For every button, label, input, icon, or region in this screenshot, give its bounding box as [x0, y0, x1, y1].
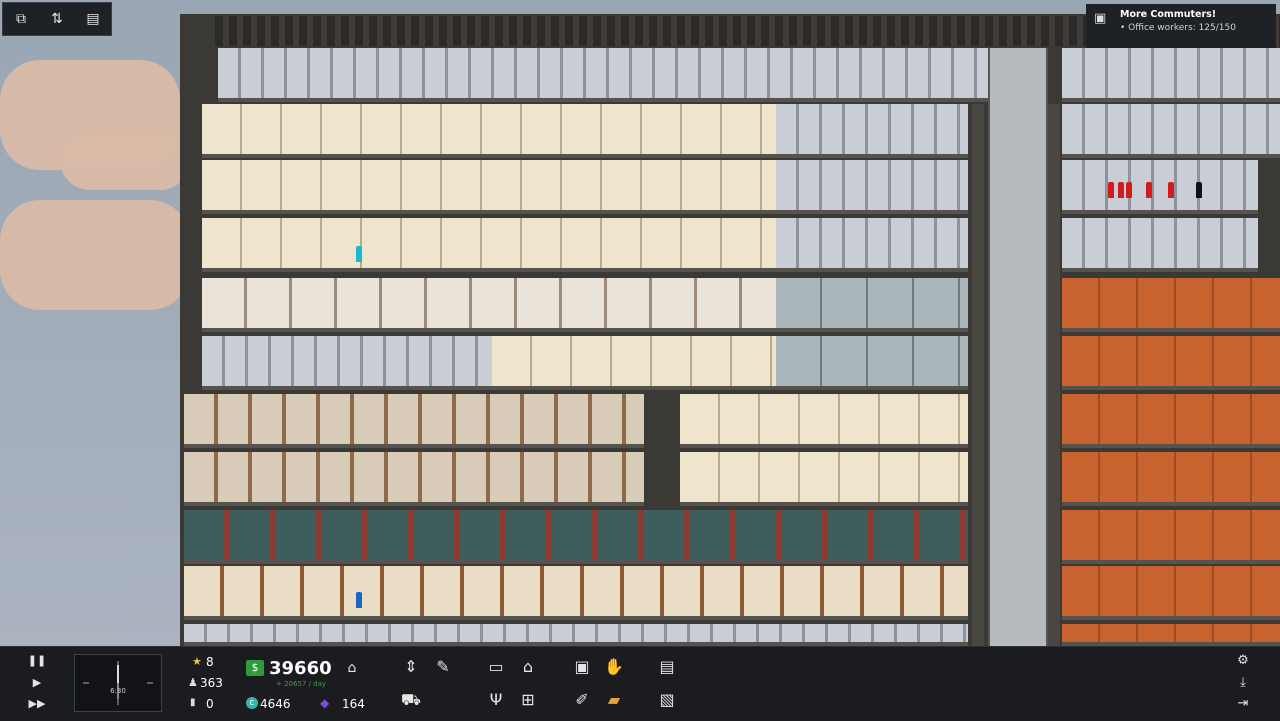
restaurant-floor[interactable] [184, 510, 968, 564]
layers-icon[interactable]: ⧉ [10, 8, 32, 30]
office-floor[interactable] [1062, 394, 1280, 448]
top-left-toolbar: ⧉ ⇅ ▤ [2, 2, 112, 36]
person[interactable] [1108, 182, 1114, 198]
picture-icon[interactable]: ▧ [656, 689, 678, 711]
house-icon[interactable]: ⌂ [517, 656, 539, 678]
stairwell [972, 104, 984, 646]
bank-icon[interactable]: ⌂ [341, 657, 363, 679]
office-floor[interactable] [680, 394, 968, 448]
trash-icon: ▮ [190, 697, 196, 708]
office-floor[interactable] [202, 278, 776, 332]
list-icon[interactable]: ▤ [82, 8, 104, 30]
office-floor[interactable] [492, 336, 776, 390]
office-desk-icon[interactable]: ▭ [485, 656, 507, 678]
bulldozer-icon[interactable]: ⛟ [400, 689, 422, 711]
paint-brush-icon[interactable]: ✐ [571, 689, 593, 711]
empty-floor[interactable] [776, 218, 968, 272]
empty-floor[interactable] [218, 48, 988, 102]
money-amount: 39660 [269, 658, 332, 679]
gear-icon[interactable]: ⚙ [1232, 650, 1254, 672]
office-floor[interactable] [680, 452, 968, 506]
money-icon: $ [246, 660, 264, 676]
play-icon[interactable]: ▶ [26, 672, 48, 694]
clock-face [83, 661, 153, 705]
notification-detail: • Office workers: 125/150 [1120, 23, 1236, 33]
briefcase-icon: ▣ [1094, 11, 1107, 26]
office-floor[interactable] [1062, 336, 1280, 390]
clock-time: 6:30 [110, 687, 126, 695]
influence-icon: ◆ [320, 696, 330, 710]
office-floor[interactable] [202, 218, 776, 272]
shop-floor[interactable] [184, 566, 968, 620]
lobby-floor[interactable] [776, 278, 968, 332]
token-count: 4646 [260, 697, 291, 711]
person[interactable] [356, 592, 362, 608]
folder-icon[interactable]: ▰ [603, 689, 625, 711]
money-rate: + 20657 / day [276, 680, 327, 688]
cloud [60, 130, 190, 190]
cart-icon[interactable]: ⊞ [517, 689, 539, 711]
person[interactable] [1168, 182, 1174, 198]
shop-floor[interactable] [184, 452, 644, 506]
zero-count: 0 [206, 697, 214, 711]
person[interactable] [356, 246, 362, 262]
pause-icon[interactable]: ❚❚ [26, 650, 48, 672]
office-floor[interactable] [1062, 566, 1280, 620]
cloud [0, 200, 190, 310]
empty-floor[interactable] [1062, 218, 1258, 272]
office-floor[interactable] [1062, 510, 1280, 564]
influence-count: 164 [342, 697, 365, 711]
population-count: 363 [200, 676, 223, 690]
shop-floor[interactable] [184, 394, 644, 448]
empty-floor[interactable] [776, 160, 968, 214]
box-icon[interactable]: ▣ [571, 656, 593, 678]
person-icon: ♟ [188, 676, 198, 689]
fast-forward-icon[interactable]: ▶▶ [26, 693, 48, 715]
notification-title: More Commuters! [1120, 9, 1217, 20]
empty-floor[interactable] [776, 104, 968, 158]
person[interactable] [1146, 182, 1152, 198]
office-floor[interactable] [202, 160, 776, 214]
empty-floor[interactable] [1062, 104, 1280, 158]
office-floor[interactable] [1062, 624, 1280, 646]
person[interactable] [1126, 182, 1132, 198]
document-icon[interactable]: ▤ [656, 656, 678, 678]
stairwell [1048, 104, 1060, 646]
exit-icon[interactable]: ⇥ [1232, 693, 1254, 715]
handshake-icon[interactable]: ✋ [603, 656, 625, 678]
lobby-floor[interactable] [776, 336, 968, 390]
tools-icon[interactable]: ✎ [432, 656, 454, 678]
empty-floor[interactable] [1062, 160, 1258, 214]
elevator-icon[interactable]: ⇕ [400, 656, 422, 678]
sort-icon[interactable]: ⇅ [46, 8, 68, 30]
office-floor[interactable] [202, 104, 776, 158]
elevator-shaft[interactable] [988, 48, 1048, 646]
empty-floor[interactable] [1062, 48, 1280, 102]
star-icon: ★ [192, 655, 202, 668]
office-floor[interactable] [1062, 278, 1280, 332]
person[interactable] [1196, 182, 1202, 198]
fork-knife-icon[interactable]: Ψ [485, 689, 507, 711]
game-clock: 6:30 [74, 654, 162, 712]
empty-floor[interactable] [202, 336, 492, 390]
empty-floor[interactable] [184, 624, 968, 646]
office-floor[interactable] [1062, 452, 1280, 506]
star-rating: 8 [206, 655, 214, 669]
token-icon: c [246, 697, 258, 709]
notification-popup[interactable]: ▣ More Commuters! • Office workers: 125/… [1086, 4, 1276, 48]
download-icon[interactable]: ⤓ [1232, 672, 1254, 694]
person[interactable] [1118, 182, 1124, 198]
